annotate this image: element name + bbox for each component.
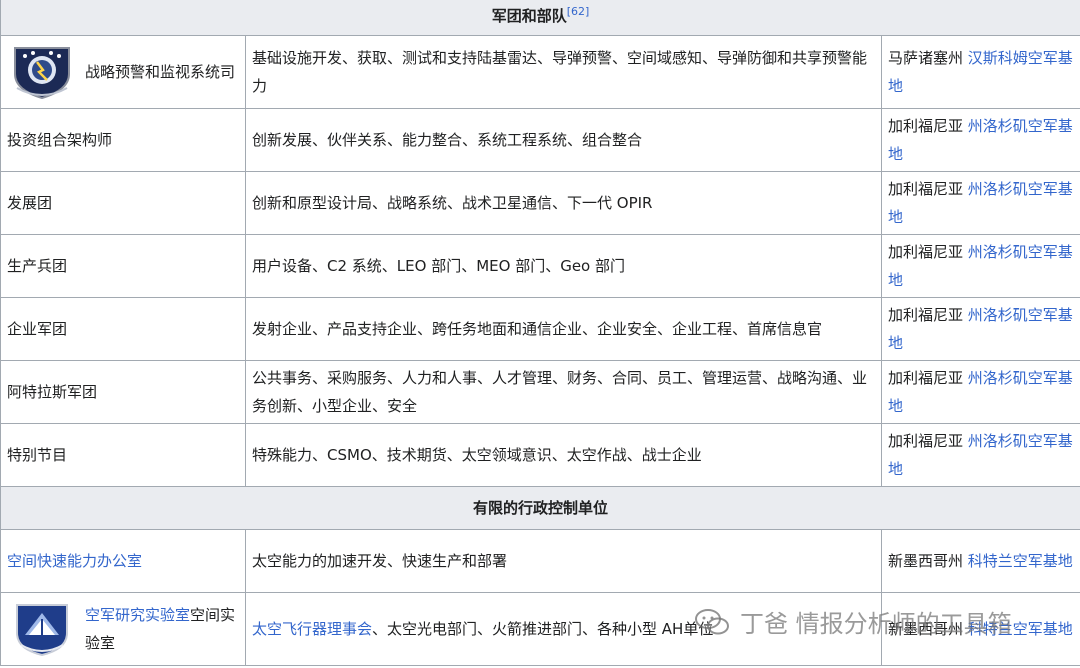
- unit-name: 战略预警和监视系统司: [85, 63, 236, 81]
- table-row: 企业军团 发射企业、产品支持企业、跨任务地面和通信企业、企业安全、企业工程、首席…: [0, 297, 1080, 361]
- table-row: 空军研究实验室空间实验室 太空飞行器理事会、太空光电部门、火箭推进部门、各种小型…: [0, 592, 1080, 666]
- table-row: 投资组合架构师 创新发展、伙伴关系、能力整合、系统工程系统、组合整合 加利福尼亚…: [0, 108, 1080, 172]
- unit-cell: 阿特拉斯军团: [0, 360, 246, 424]
- section-header: 军团和部队[62]: [0, 0, 1080, 36]
- mission-cell: 特殊能力、CSMO、技术期货、太空领域意识、太空作战、战士企业: [245, 423, 882, 487]
- location-cell: 新墨西哥州 科特兰空军基地: [880, 592, 1080, 666]
- location-cell: 马萨诸塞州 汉斯科姆空军基地: [880, 35, 1080, 109]
- mission-cell: 太空飞行器理事会、太空光电部门、火箭推进部门、各种小型 AH单位: [245, 592, 882, 666]
- section-header: 有限的行政控制单位: [0, 486, 1080, 530]
- base-link[interactable]: 科特兰空军基地: [968, 620, 1073, 638]
- location-cell: 加利福尼亚 州洛杉矶空军基地: [880, 423, 1080, 487]
- location-cell: 加利福尼亚 州洛杉矶空军基地: [880, 171, 1080, 235]
- location-cell: 新墨西哥州 科特兰空军基地: [880, 529, 1080, 593]
- location-cell: 加利福尼亚 州洛杉矶空军基地: [880, 108, 1080, 172]
- unit-cell: 投资组合架构师: [0, 108, 246, 172]
- mission-cell: 创新发展、伙伴关系、能力整合、系统工程系统、组合整合: [245, 108, 882, 172]
- table-row: 阿特拉斯军团 公共事务、采购服务、人力和人事、人才管理、财务、合同、员工、管理运…: [0, 360, 1080, 424]
- space-command-emblem-icon: [14, 47, 70, 100]
- unit-cell: 发展团: [0, 171, 246, 235]
- mission-cell: 发射企业、产品支持企业、跨任务地面和通信企业、企业安全、企业工程、首席信息官: [245, 297, 882, 361]
- table-row: 发展团 创新和原型设计局、战略系统、战术卫星通信、下一代 OPIR 加利福尼亚 …: [0, 171, 1080, 235]
- afrl-emblem-icon: [16, 604, 68, 657]
- unit-cell: 空间快速能力办公室: [0, 529, 246, 593]
- section-header-row: 军团和部队[62]: [0, 0, 1080, 36]
- unit-cell: 空军研究实验室空间实验室: [0, 592, 246, 666]
- mission-cell: 太空能力的加速开发、快速生产和部署: [245, 529, 882, 593]
- reference-link[interactable]: [62]: [567, 5, 590, 18]
- table-row: 空间快速能力办公室 太空能力的加速开发、快速生产和部署 新墨西哥州 科特兰空军基…: [0, 529, 1080, 593]
- unit-link[interactable]: 空军研究实验室: [85, 606, 190, 624]
- table-row: 生产兵团 用户设备、C2 系统、LEO 部门、MEO 部门、Geo 部门 加利福…: [0, 234, 1080, 298]
- mission-cell: 公共事务、采购服务、人力和人事、人才管理、财务、合同、员工、管理运营、战略沟通、…: [245, 360, 882, 424]
- base-link[interactable]: 科特兰空军基地: [968, 552, 1073, 570]
- location-cell: 加利福尼亚 州洛杉矶空军基地: [880, 297, 1080, 361]
- unit-link[interactable]: 空间快速能力办公室: [7, 552, 142, 570]
- table-row: 特别节目 特殊能力、CSMO、技术期货、太空领域意识、太空作战、战士企业 加利福…: [0, 423, 1080, 487]
- unit-cell: 生产兵团: [0, 234, 246, 298]
- location-cell: 加利福尼亚 州洛杉矶空军基地: [880, 360, 1080, 424]
- unit-cell: 企业军团: [0, 297, 246, 361]
- unit-cell: 特别节目: [0, 423, 246, 487]
- table-row: 战略预警和监视系统司 基础设施开发、获取、测试和支持陆基雷达、导弹预警、空间域感…: [0, 35, 1080, 109]
- mission-cell: 创新和原型设计局、战略系统、战术卫星通信、下一代 OPIR: [245, 171, 882, 235]
- section-title: 军团和部队: [491, 7, 567, 25]
- mission-cell: 用户设备、C2 系统、LEO 部门、MEO 部门、Geo 部门: [245, 234, 882, 298]
- location-cell: 加利福尼亚 州洛杉矶空军基地: [880, 234, 1080, 298]
- section-header-row: 有限的行政控制单位: [0, 486, 1080, 530]
- unit-cell: 战略预警和监视系统司: [0, 35, 246, 109]
- mission-link[interactable]: 太空飞行器理事会: [252, 620, 372, 638]
- mission-cell: 基础设施开发、获取、测试和支持陆基雷达、导弹预警、空间域感知、导弹防御和共享预警…: [245, 35, 882, 109]
- unit-name: 空军研究实验室空间实验室: [85, 606, 236, 652]
- units-table: 军团和部队[62] 战略预警和监视系统司 基础设施开发、获取、测试和支持陆基雷达…: [0, 0, 1080, 666]
